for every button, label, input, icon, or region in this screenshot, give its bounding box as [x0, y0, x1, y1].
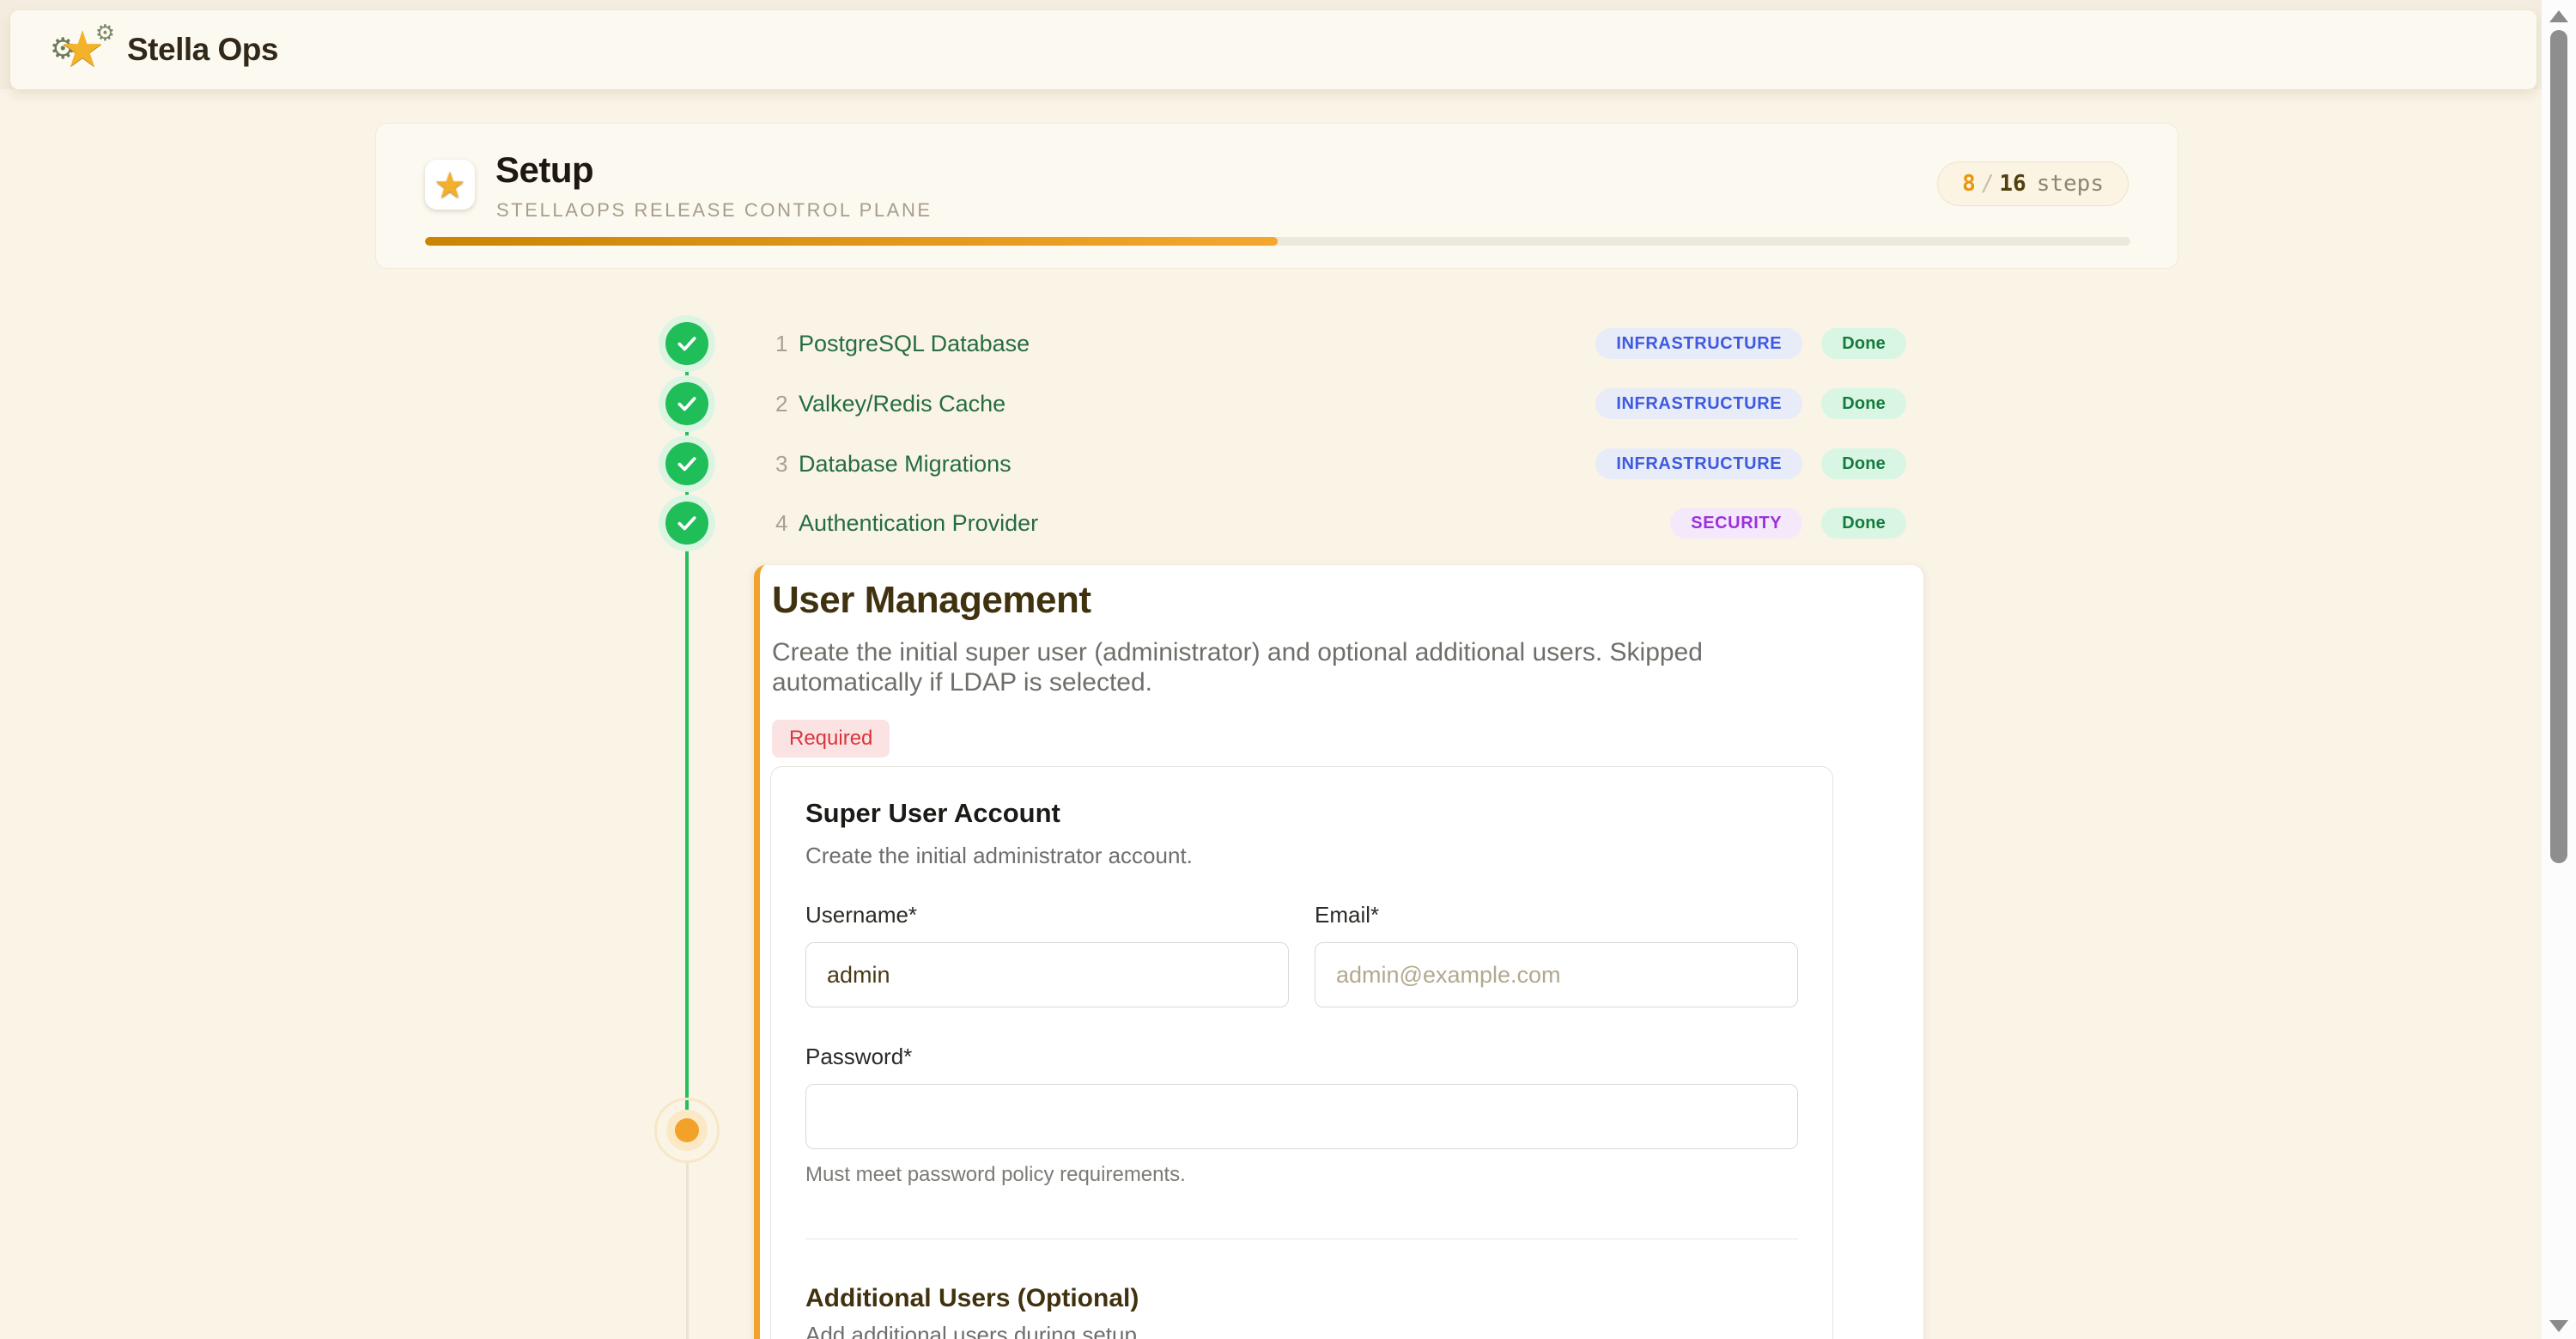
- star-icon: ★: [60, 20, 105, 78]
- super-user-heading: Super User Account: [805, 798, 1798, 829]
- check-icon: [676, 512, 698, 534]
- brand-title: Stella Ops: [127, 32, 278, 68]
- star-icon: ★: [434, 164, 466, 206]
- step-number: 4: [756, 510, 799, 537]
- username-field-group: Username*: [805, 902, 1289, 1007]
- username-label: Username*: [805, 902, 1289, 928]
- email-label: Email*: [1315, 902, 1798, 928]
- email-field-group: Email*: [1315, 902, 1798, 1007]
- steps-slash: /: [1981, 171, 1995, 197]
- scrollbar-thumb[interactable]: [2550, 30, 2567, 863]
- timeline-line-upcoming: [686, 1161, 689, 1339]
- check-icon: [676, 453, 698, 475]
- stella-ops-logo-icon: ⚙ ⚙ ★: [55, 23, 108, 76]
- additional-users-heading: Additional Users (Optional): [805, 1284, 1798, 1313]
- steps-total-count: 16: [1999, 171, 2026, 197]
- step-number: 1: [756, 331, 799, 357]
- section-description: Create the initial super user (administr…: [767, 637, 1832, 697]
- steps-suffix: steps: [2037, 171, 2104, 197]
- scrollbar-up-icon[interactable]: [2549, 10, 2568, 22]
- password-input[interactable]: [805, 1084, 1798, 1149]
- scrollbar-track[interactable]: [2542, 0, 2576, 1339]
- steps-count-badge: 8 / 16 steps: [1937, 161, 2129, 206]
- password-field-group: Password* Must meet password policy requ…: [805, 1044, 1798, 1187]
- top-bar: ⚙ ⚙ ★ Stella Ops: [10, 10, 2537, 89]
- step-title[interactable]: Database Migrations: [799, 451, 1012, 478]
- setup-subtitle: STELLAOPS RELEASE CONTROL PLANE: [496, 199, 933, 222]
- step-row-valkey-redis-cache[interactable]: 2 Valkey/Redis Cache INFRASTRUCTURE Done: [756, 375, 1906, 432]
- current-step-indicator-dot: [675, 1118, 699, 1142]
- step-title[interactable]: Authentication Provider: [799, 510, 1038, 537]
- setup-header-card: ★ Setup STELLAOPS RELEASE CONTROL PLANE …: [375, 123, 2178, 269]
- required-badge: Required: [772, 720, 890, 758]
- category-badge: SECURITY: [1670, 508, 1802, 539]
- step-title[interactable]: PostgreSQL Database: [799, 331, 1030, 357]
- user-management-card: User Management Create the initial super…: [754, 565, 1923, 1339]
- step-2-check-circle: [659, 375, 715, 432]
- super-user-subheading: Create the initial administrator account…: [805, 843, 1798, 869]
- status-badge: Done: [1821, 388, 1906, 419]
- category-badge: INFRASTRUCTURE: [1595, 448, 1802, 479]
- password-label: Password*: [805, 1044, 1798, 1070]
- email-input[interactable]: [1315, 942, 1798, 1007]
- check-icon: [676, 332, 698, 355]
- setup-progress-fill: [425, 237, 1278, 246]
- step-number: 2: [756, 391, 799, 417]
- setup-logo-icon: ★: [425, 160, 475, 210]
- additional-users-subheading: Add additional users during setup.: [805, 1322, 1798, 1339]
- scrollbar-down-icon[interactable]: [2549, 1320, 2568, 1332]
- setup-title: Setup: [495, 149, 593, 191]
- status-badge: Done: [1821, 508, 1906, 539]
- check-icon: [676, 393, 698, 415]
- section-title: User Management: [767, 579, 1903, 622]
- step-row-database-migrations[interactable]: 3 Database Migrations INFRASTRUCTURE Don…: [756, 435, 1906, 492]
- step-number: 3: [756, 451, 799, 478]
- username-input[interactable]: [805, 942, 1289, 1007]
- steps-done-count: 8: [1962, 171, 1976, 197]
- step-4-check-circle: [659, 495, 715, 551]
- step-row-authentication-provider[interactable]: 4 Authentication Provider SECURITY Done: [756, 495, 1906, 551]
- setup-progress-bar: [425, 237, 2130, 246]
- step-row-postgresql-database[interactable]: 1 PostgreSQL Database INFRASTRUCTURE Don…: [756, 315, 1906, 372]
- category-badge: INFRASTRUCTURE: [1595, 328, 1802, 359]
- step-3-check-circle: [659, 435, 715, 492]
- password-helper-text: Must meet password policy requirements.: [805, 1163, 1798, 1187]
- status-badge: Done: [1821, 328, 1906, 359]
- status-badge: Done: [1821, 448, 1906, 479]
- step-1-check-circle: [659, 315, 715, 372]
- super-user-form-card: Super User Account Create the initial ad…: [770, 766, 1833, 1339]
- category-badge: INFRASTRUCTURE: [1595, 388, 1802, 419]
- step-title[interactable]: Valkey/Redis Cache: [799, 391, 1005, 417]
